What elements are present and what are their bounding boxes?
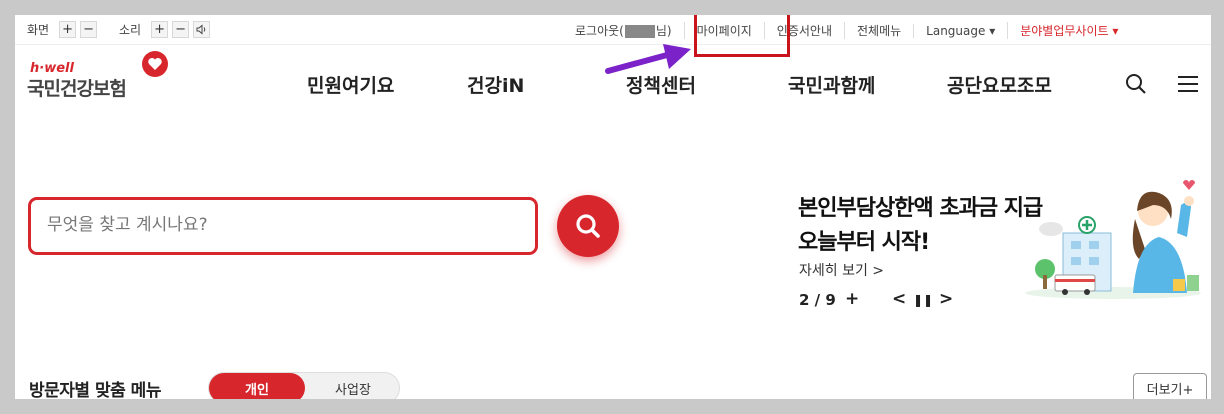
screen-zoom-control: 화면 + −	[27, 21, 98, 38]
utility-links: 로그아웃(님) 마이페이지 인증서안내 전체메뉴 Language ▾ 분야별업…	[575, 22, 1130, 39]
screen-zoom-in-button[interactable]: +	[59, 21, 77, 38]
banner-title[interactable]: 본인부담상한액 초과금 지급 오늘부터 시작!	[798, 192, 1058, 260]
screen-zoom-out-button[interactable]: −	[80, 21, 98, 38]
annotation-arrow-icon	[605, 44, 691, 74]
search-icon[interactable]	[1125, 73, 1147, 95]
banner-next-button[interactable]: >	[939, 289, 953, 309]
tab-business[interactable]: 사업장	[305, 373, 401, 399]
banner-pause-button[interactable]: ❚❚	[913, 293, 933, 307]
visitor-type-toggle: 개인 사업장	[208, 372, 400, 399]
banner-prev-button[interactable]: <	[892, 289, 906, 309]
banner-page-indicator: 2 / 9	[799, 291, 836, 309]
tab-personal[interactable]: 개인	[209, 373, 305, 399]
logo-brand-kr: 국민건강보험	[27, 78, 127, 100]
speaker-icon[interactable]	[193, 21, 211, 38]
volume-up-button[interactable]: +	[151, 21, 169, 38]
utility-bar: 화면 + − 소리 + − 로그아웃(님) 마이페이지 인증서안내 전체메뉴 L…	[15, 15, 1211, 45]
all-menu-link[interactable]: 전체메뉴	[843, 22, 913, 39]
nav-item-about-nhis[interactable]: 공단요모조모	[947, 71, 1052, 98]
volume-down-button[interactable]: −	[172, 21, 190, 38]
hospital-woman-illustration-icon	[1025, 180, 1201, 299]
search-box	[28, 197, 538, 255]
banner-more-link[interactable]: 자세히 보기 >	[799, 260, 884, 280]
logout-prefix: 로그아웃(	[575, 24, 624, 38]
browser-viewport: 화면 + − 소리 + − 로그아웃(님) 마이페이지 인증서안내 전체메뉴 L…	[15, 15, 1211, 399]
site-logo[interactable]: h·well 국민건강보험	[27, 51, 177, 111]
banner-add-button[interactable]: +	[845, 289, 859, 309]
nav-item-civil-service[interactable]: 민원여기요	[307, 71, 394, 98]
logout-suffix: 님)	[655, 24, 672, 38]
business-sites-select[interactable]: 분야별업무사이트 ▾	[1007, 22, 1130, 39]
language-select[interactable]: Language ▾	[913, 23, 1007, 38]
heart-logo-icon	[142, 51, 168, 77]
redacted-username	[624, 25, 655, 38]
nav-item-with-citizens[interactable]: 국민과함께	[788, 71, 875, 98]
sound-label: 소리	[119, 23, 142, 37]
sound-control: 소리 + −	[119, 21, 211, 38]
search-input[interactable]	[47, 212, 507, 238]
logout-link[interactable]: 로그아웃( 님)	[575, 22, 684, 39]
screen-zoom-label: 화면	[27, 23, 50, 37]
more-button[interactable]: 더보기+	[1133, 373, 1207, 399]
nav-item-health-in[interactable]: 건강iN	[467, 71, 524, 98]
hamburger-menu-icon[interactable]	[1177, 75, 1199, 93]
visitor-menu-title: 방문자별 맞춤 메뉴	[29, 381, 161, 399]
search-button[interactable]	[557, 195, 619, 257]
search-icon	[576, 214, 600, 238]
